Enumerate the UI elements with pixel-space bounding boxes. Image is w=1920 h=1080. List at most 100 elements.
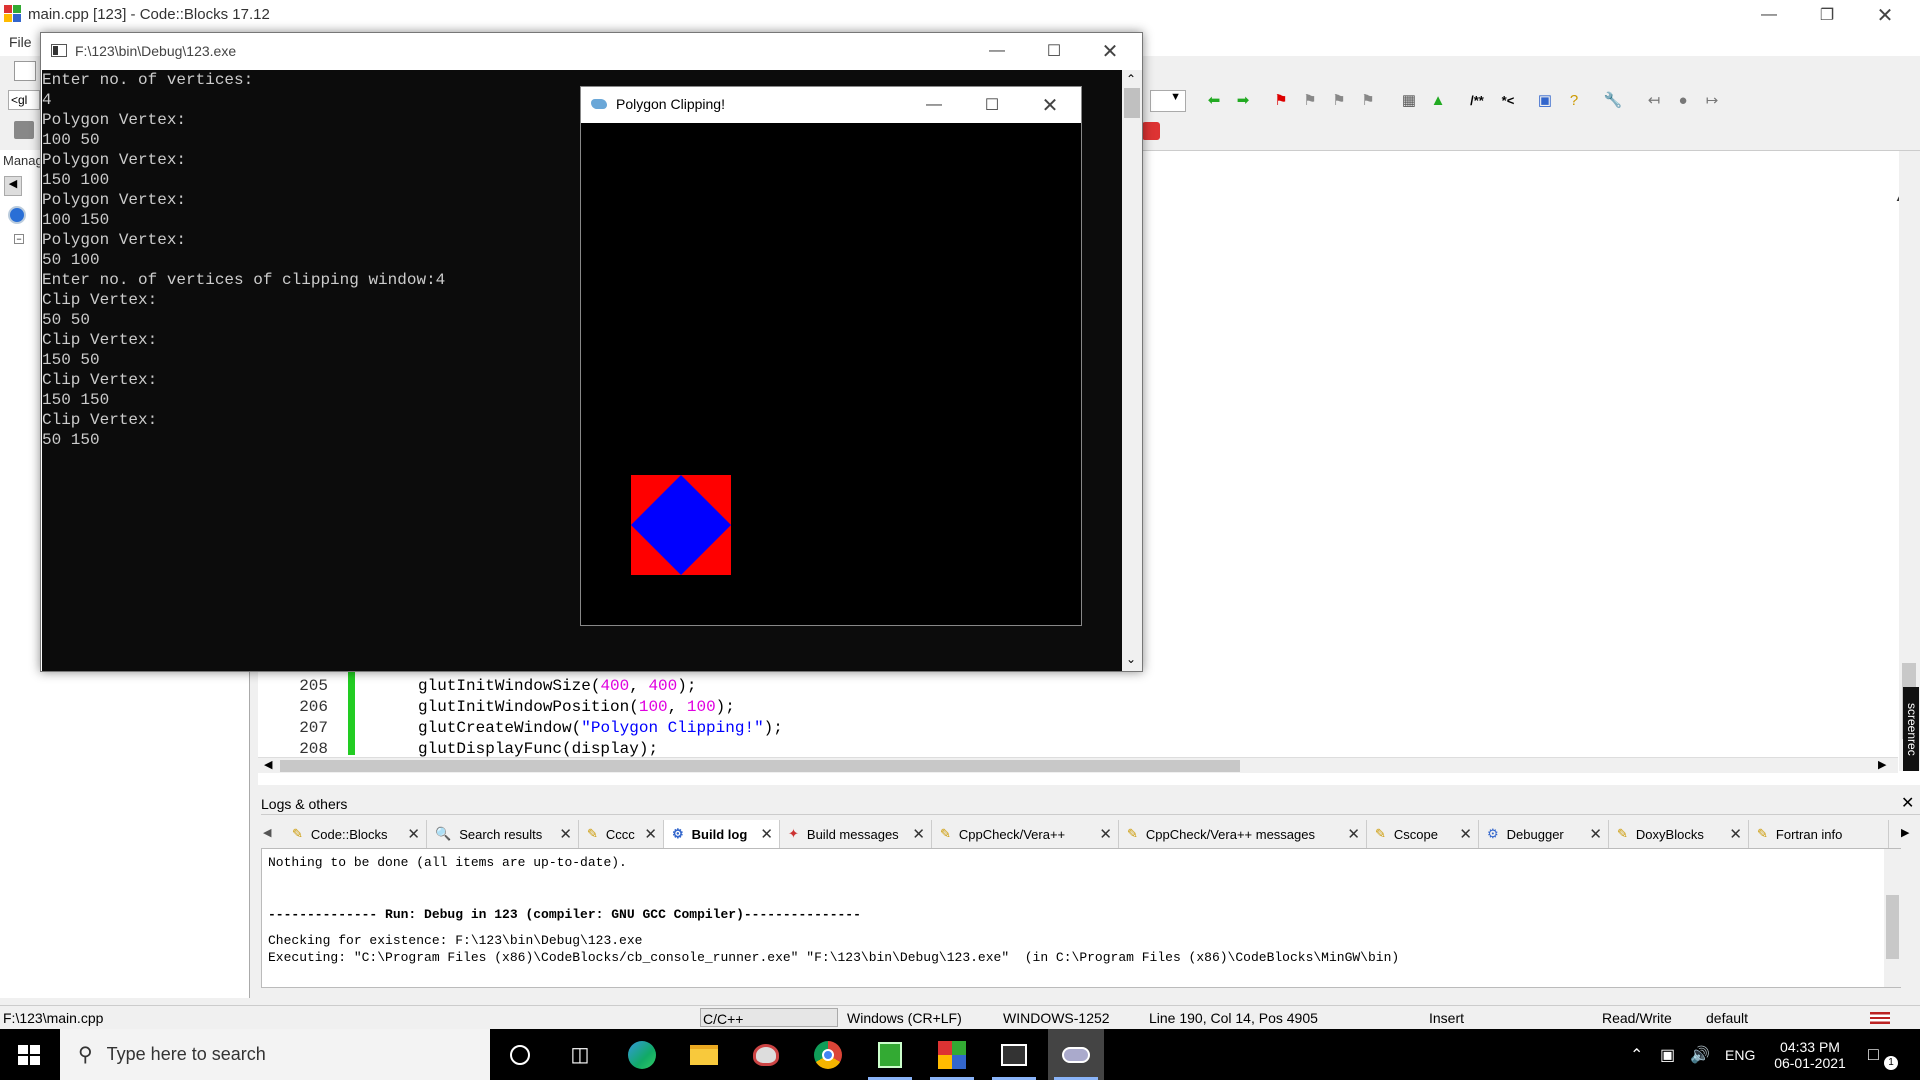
notifications-icon[interactable]: □: [1868, 1029, 1879, 1080]
log-vscroll-thumb[interactable]: [1886, 895, 1899, 959]
code-token: glutInitWindowPosition(: [418, 698, 639, 716]
log-vscrollbar[interactable]: [1884, 849, 1901, 987]
console-titlebar: F:\123\bin\Debug\123.exe — ☐ ✕: [41, 33, 1142, 70]
run-doxy-icon[interactable]: ▲: [1427, 89, 1449, 111]
tree-expander-icon[interactable]: −: [14, 234, 24, 244]
restore-button[interactable]: ❐: [1804, 0, 1850, 30]
tab-cppcheck[interactable]: ✎ CppCheck/Vera++ ✕: [932, 820, 1119, 848]
tab-close-icon[interactable]: ✕: [1729, 825, 1742, 843]
tab-debugger[interactable]: ⚙ Debugger ✕: [1479, 820, 1609, 848]
notepad-app-icon[interactable]: [862, 1029, 918, 1080]
forward-arrow-icon[interactable]: ➡: [1232, 89, 1254, 111]
tab-close-icon[interactable]: ✕: [407, 825, 420, 843]
tab-build-log[interactable]: ⚙ Build log ✕: [664, 820, 780, 848]
glut-maximize-button[interactable]: ☐: [969, 90, 1015, 120]
tab-cppcheck-messages[interactable]: ✎ CppCheck/Vera++ messages ✕: [1119, 820, 1367, 848]
tab-close-icon[interactable]: ✕: [1099, 825, 1112, 843]
editor-hscrollbar[interactable]: ◀ ▶: [258, 757, 1898, 773]
help-icon[interactable]: ?: [1563, 89, 1585, 111]
console-scroll-thumb[interactable]: [1124, 88, 1140, 118]
paint-icon[interactable]: [738, 1029, 794, 1080]
console-maximize-button[interactable]: ☐: [1031, 36, 1077, 66]
minimize-button[interactable]: —: [1746, 0, 1792, 30]
clear-bookmarks-icon[interactable]: ⚑: [1357, 89, 1379, 111]
taskbar-search[interactable]: ⚲ Type here to search: [60, 1029, 490, 1080]
glut-app-taskbar-icon[interactable]: [1048, 1029, 1104, 1080]
console-line: Polygon Vertex:: [42, 151, 187, 169]
console-minimize-button[interactable]: —: [974, 36, 1020, 66]
jump-forward-icon[interactable]: ↦: [1701, 89, 1723, 111]
wrench-icon[interactable]: 🔧: [1602, 89, 1624, 111]
tab-codeblocks[interactable]: ✎ Code::Blocks ✕: [284, 820, 427, 848]
edge-icon[interactable]: [614, 1029, 670, 1080]
magnifier-icon: 🔍: [435, 826, 452, 841]
next-bookmark-icon[interactable]: ⚑: [1328, 89, 1350, 111]
cortana-icon[interactable]: [492, 1029, 548, 1080]
tab-label: Build messages: [806, 826, 899, 842]
build-log-output[interactable]: Nothing to be done (all items are up-to-…: [261, 848, 1901, 988]
code-text: glutInitWindowSize(400, 400);: [418, 677, 696, 695]
console-scrollbar[interactable]: ⌃ ⌄: [1122, 70, 1142, 671]
task-view-icon[interactable]: ◫: [552, 1029, 608, 1080]
dropdown-combo[interactable]: ▼: [1150, 90, 1186, 112]
tab-search-results[interactable]: 🔍 Search results ✕: [427, 820, 579, 848]
clock-date: 06-01-2021: [1774, 1054, 1846, 1071]
block-comment-icon[interactable]: /**: [1466, 89, 1488, 111]
chrome-icon[interactable]: [800, 1029, 856, 1080]
scope-combo[interactable]: <gl: [8, 90, 40, 110]
tab-close-icon[interactable]: ✕: [644, 825, 657, 843]
codeblocks-app-icon[interactable]: [924, 1029, 980, 1080]
console-app-icon[interactable]: [986, 1029, 1042, 1080]
status-encoding: WINDOWS-1252: [1003, 1010, 1110, 1026]
tab-close-icon[interactable]: ✕: [760, 825, 773, 843]
message-icon[interactable]: [14, 121, 34, 139]
scroll-down-icon[interactable]: ⌄: [1126, 652, 1136, 666]
tab-cccc[interactable]: ✎ Cccc ✕: [579, 820, 664, 848]
tab-close-icon[interactable]: ✕: [1459, 825, 1472, 843]
logs-close-icon[interactable]: ✕: [1901, 793, 1914, 813]
tab-close-icon[interactable]: ✕: [1347, 825, 1360, 843]
prev-bookmark-icon[interactable]: ⚑: [1299, 89, 1321, 111]
tab-label: CppCheck/Vera++: [958, 826, 1066, 842]
tab-label: DoxyBlocks: [1635, 826, 1704, 842]
clock[interactable]: 04:33 PM 06-01-2021: [1770, 1029, 1850, 1080]
scroll-left-icon[interactable]: ◀: [4, 176, 22, 196]
tab-cscope[interactable]: ✎ Cscope ✕: [1367, 820, 1479, 848]
pencil-icon: ✎: [1757, 826, 1768, 841]
tab-close-icon[interactable]: ✕: [559, 825, 572, 843]
console-close-button[interactable]: ✕: [1087, 36, 1133, 66]
glut-canvas[interactable]: [581, 123, 1081, 625]
tabs-scroll-right-icon[interactable]: ▶: [1901, 826, 1909, 839]
language-indicator[interactable]: ENG: [1725, 1029, 1755, 1080]
tab-doxyblocks[interactable]: ✎ DoxyBlocks ✕: [1609, 820, 1749, 848]
network-icon[interactable]: ▣: [1660, 1029, 1675, 1080]
hscroll-thumb[interactable]: [280, 760, 1240, 772]
back-arrow-icon[interactable]: ⬅: [1203, 89, 1225, 111]
bookmark-flag-icon[interactable]: ⚑: [1270, 89, 1292, 111]
scroll-right-icon[interactable]: ▶: [1878, 758, 1886, 771]
tray-chevron-icon[interactable]: ⌃: [1630, 1029, 1643, 1080]
jump-dot-icon[interactable]: ●: [1672, 89, 1694, 111]
glut-close-button[interactable]: ✕: [1027, 90, 1073, 120]
tab-close-icon[interactable]: ✕: [912, 825, 925, 843]
new-file-icon[interactable]: [14, 61, 36, 81]
tab-close-icon[interactable]: ✕: [1589, 825, 1602, 843]
tab-build-messages[interactable]: ✦ Build messages ✕: [780, 820, 932, 848]
tab-fortran-info[interactable]: ✎ Fortran info: [1749, 820, 1889, 848]
line-comment-icon[interactable]: *<: [1497, 89, 1519, 111]
tabs-scroll-left-icon[interactable]: ◀: [263, 826, 271, 839]
code-token: glutCreateWindow(: [418, 719, 582, 737]
close-button[interactable]: ✕: [1862, 0, 1908, 30]
scroll-left-icon[interactable]: ◀: [264, 758, 272, 771]
editor-vscrollbar[interactable]: [1899, 151, 1920, 771]
glut-minimize-button[interactable]: —: [911, 90, 957, 120]
file-explorer-icon[interactable]: [676, 1029, 732, 1080]
scroll-up-icon[interactable]: ⌃: [1126, 72, 1136, 86]
menu-file[interactable]: File: [9, 34, 32, 50]
html-help-icon[interactable]: ▣: [1534, 89, 1556, 111]
debug-icon[interactable]: [1142, 122, 1160, 140]
windows-start-icon[interactable]: [18, 1045, 40, 1065]
doxy-icon[interactable]: ▦: [1398, 89, 1420, 111]
jump-back-icon[interactable]: ↤: [1643, 89, 1665, 111]
volume-icon[interactable]: 🔊: [1690, 1029, 1710, 1080]
